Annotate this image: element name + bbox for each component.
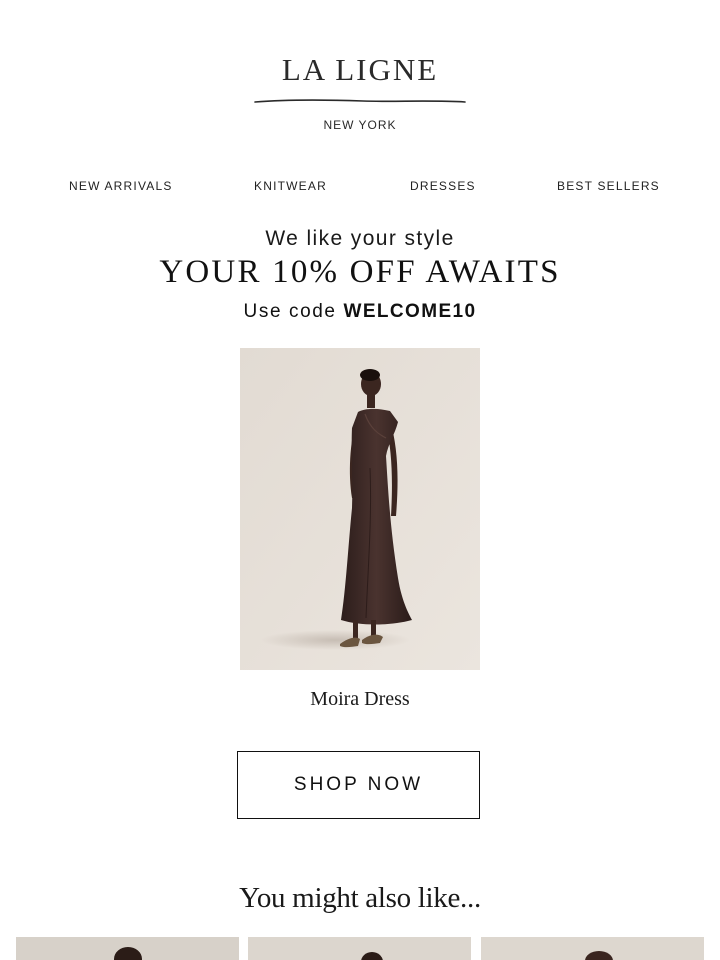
- nav-item-best-sellers[interactable]: BEST SELLERS: [557, 179, 660, 193]
- brand-logo[interactable]: LA LIGNE: [0, 52, 720, 88]
- brand-underline: [254, 99, 466, 103]
- nav-item-dresses[interactable]: DRESSES: [410, 179, 476, 193]
- promo-code-prefix: Use code: [243, 301, 337, 322]
- promo-title: YOUR 10% OFF AWAITS: [159, 254, 561, 290]
- recommendation-image-1: [114, 947, 142, 960]
- promo-code: WELCOME10: [343, 301, 477, 322]
- recommendation-image-2: [361, 952, 383, 960]
- promo-kicker: We like your style: [265, 227, 455, 250]
- recommendation-card-3[interactable]: [481, 937, 704, 960]
- promo-code-line: Use code WELCOME10: [0, 301, 720, 323]
- recommendation-card-2[interactable]: [248, 937, 471, 960]
- main-nav: NEW ARRIVALS KNITWEAR DRESSES BEST SELLE…: [0, 179, 720, 195]
- product-name[interactable]: Moira Dress: [0, 688, 720, 711]
- recommendation-image-3: [585, 951, 613, 960]
- recommendation-card-1[interactable]: [16, 937, 239, 960]
- nav-item-knitwear[interactable]: KNITWEAR: [254, 179, 327, 193]
- product-image[interactable]: [240, 348, 480, 670]
- recommendations-heading: You might also like...: [239, 882, 481, 914]
- shop-now-button[interactable]: SHOP NOW: [237, 751, 480, 819]
- brand-location: NEW YORK: [323, 118, 397, 132]
- nav-item-new-arrivals[interactable]: NEW ARRIVALS: [69, 179, 173, 193]
